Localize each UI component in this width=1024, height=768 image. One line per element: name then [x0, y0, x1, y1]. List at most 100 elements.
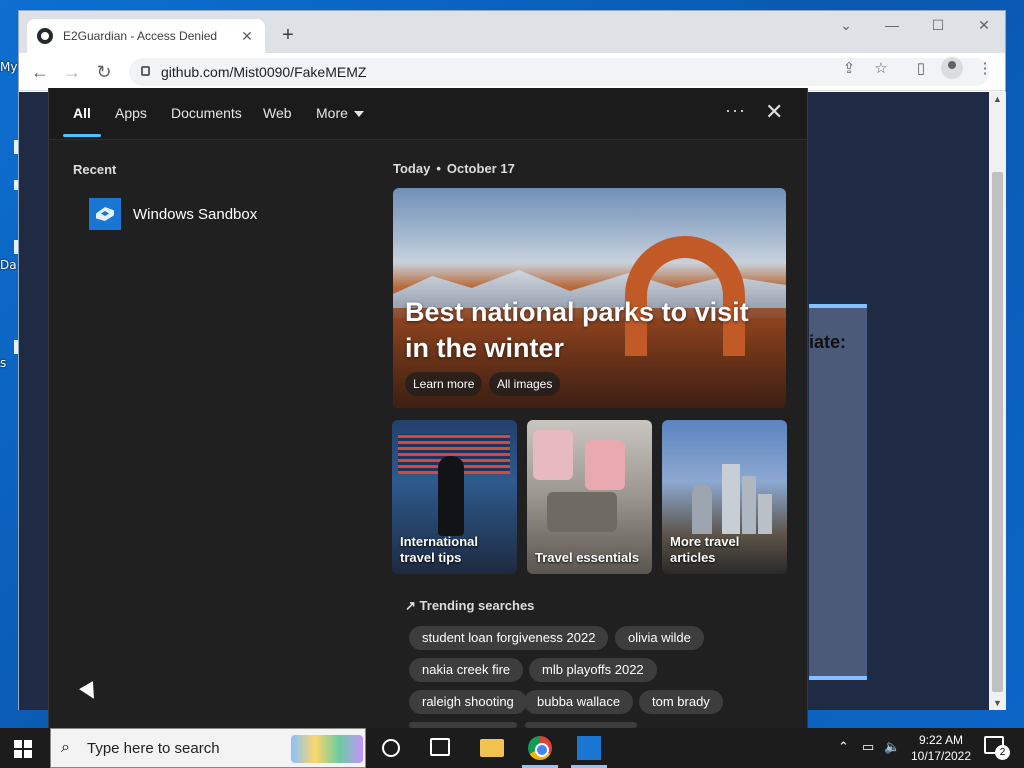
- menu-kebab-icon[interactable]: ⋮: [975, 59, 995, 77]
- browser-tab[interactable]: E2Guardian - Access Denied ✕: [27, 19, 265, 53]
- tab-all[interactable]: All: [73, 105, 91, 121]
- card-caption-line: Travel essentials: [535, 550, 640, 565]
- trending-up-icon: ↗: [405, 598, 416, 613]
- notification-center-icon[interactable]: 2: [984, 736, 1010, 760]
- card-caption: Travel essentials: [535, 550, 639, 566]
- date-label: October 17: [446, 161, 515, 176]
- card-caption-line: More travel: [670, 534, 740, 549]
- github-icon: [37, 28, 53, 44]
- recent-item-label: Windows Sandbox: [133, 205, 258, 223]
- address-bar[interactable]: github.com/Mist0090/FakeMEMZ: [129, 58, 989, 86]
- file-explorer-icon[interactable]: [480, 739, 504, 757]
- search-category-tabs: All Apps Documents Web More ··· ✕: [49, 88, 807, 140]
- reload-icon[interactable]: ↻: [93, 61, 115, 83]
- tab-title: E2Guardian - Access Denied: [63, 29, 218, 43]
- card-image-building: [742, 476, 756, 534]
- separator-dot: •: [436, 161, 441, 176]
- trending-chip[interactable]: olivia wilde: [615, 626, 704, 650]
- system-clock[interactable]: 9:22 AM 10/17/2022: [906, 732, 976, 764]
- card-caption-line: travel tips: [400, 550, 462, 565]
- new-tab-button[interactable]: +: [277, 25, 299, 45]
- windows-logo-icon: [24, 740, 32, 748]
- volume-icon[interactable]: 🔈: [884, 739, 900, 755]
- show-hidden-icons-chevron-icon[interactable]: ⌃: [838, 739, 849, 755]
- windows-logo-icon: [24, 750, 32, 758]
- task-view-icon[interactable]: [430, 738, 450, 756]
- close-icon[interactable]: ✕: [765, 100, 783, 124]
- trending-chip[interactable]: tom brady: [639, 690, 723, 714]
- search-placeholder[interactable]: Type here to search: [87, 740, 220, 757]
- windows-sandbox-taskbar-icon[interactable]: [577, 736, 601, 760]
- card-international-travel-tips[interactable]: International travel tips: [392, 420, 517, 574]
- share-icon[interactable]: ⇪: [839, 59, 859, 77]
- scroll-up-icon[interactable]: ▲: [993, 94, 1002, 104]
- trending-chip[interactable]: nakia creek fire: [409, 658, 524, 682]
- windows-sandbox-icon: [89, 198, 121, 230]
- start-button[interactable]: [14, 740, 32, 758]
- trending-title: Trending searches: [419, 598, 535, 613]
- notification-count-badge: 2: [995, 745, 1010, 760]
- today-date-heading: Today • October 17: [393, 161, 515, 176]
- chrome-icon[interactable]: [528, 736, 552, 760]
- card-travel-essentials[interactable]: Travel essentials: [527, 420, 652, 574]
- search-icon: ⌕: [61, 739, 70, 756]
- profile-avatar[interactable]: [941, 57, 963, 79]
- all-images-button[interactable]: All images: [489, 372, 561, 396]
- taskbar-search-box[interactable]: ⌕ Type here to search: [50, 728, 366, 768]
- trending-chip[interactable]: bubba wallace: [524, 690, 634, 714]
- taskbar: ⌕ Type here to search ⌃ ▭ 🔈 9:22 AM 10/1…: [0, 728, 1024, 768]
- search-highlight-illustration[interactable]: [291, 735, 363, 763]
- forward-icon[interactable]: →: [61, 61, 83, 83]
- browser-toolbar: ← → ↻ github.com/Mist0090/FakeMEMZ ⇪ ☆ ▯…: [19, 53, 1005, 91]
- maximize-button[interactable]: ☐: [923, 17, 953, 34]
- tab-more[interactable]: More: [316, 105, 364, 121]
- desktop-icon-label[interactable]: Da: [0, 258, 17, 272]
- more-options-icon[interactable]: ···: [725, 100, 746, 121]
- close-window-button[interactable]: ✕: [969, 17, 999, 34]
- cortana-icon[interactable]: [382, 739, 400, 757]
- background-page-text: iate:: [809, 332, 847, 352]
- card-caption: More travel articles: [670, 534, 739, 566]
- trending-heading: ↗ Trending searches: [405, 598, 534, 614]
- address-url[interactable]: github.com/Mist0090/FakeMEMZ: [161, 64, 366, 80]
- learn-more-button[interactable]: Learn more: [405, 372, 483, 396]
- recent-item-windows-sandbox[interactable]: Windows Sandbox: [89, 198, 257, 230]
- scrollbar-thumb[interactable]: [992, 172, 1003, 692]
- bookmark-star-icon[interactable]: ☆: [871, 59, 891, 77]
- hero-title[interactable]: Best national parks to visit in the wint…: [405, 294, 775, 366]
- card-image-building: [758, 494, 772, 534]
- active-tab-indicator: [63, 134, 101, 137]
- minimize-button[interactable]: —: [877, 17, 907, 33]
- desktop-icon-label[interactable]: s: [0, 356, 6, 370]
- tab-search-icon[interactable]: ⌄: [831, 17, 861, 34]
- lock-icon[interactable]: [141, 66, 150, 76]
- card-caption-line: International: [400, 534, 479, 549]
- hero-card[interactable]: Best national parks to visit in the wint…: [393, 188, 786, 408]
- clock-date: 10/17/2022: [910, 749, 972, 763]
- desktop-icon-label[interactable]: My: [0, 60, 17, 74]
- card-caption-line: articles: [670, 550, 716, 565]
- page-scrollbar[interactable]: ▲ ▼: [989, 92, 1006, 710]
- trending-chip[interactable]: raleigh shooting: [409, 690, 527, 714]
- card-more-travel-articles[interactable]: More travel articles: [662, 420, 787, 574]
- card-image-bag: [533, 430, 573, 480]
- network-icon[interactable]: ▭: [862, 739, 874, 755]
- trending-chip[interactable]: mlb playoffs 2022: [529, 658, 657, 682]
- clock-time: 9:22 AM: [918, 733, 964, 747]
- windows-logo-icon: [14, 740, 22, 748]
- tab-more-label: More: [316, 105, 348, 121]
- side-panel-icon[interactable]: ▯: [911, 59, 931, 77]
- card-caption: International travel tips: [400, 534, 478, 566]
- recent-heading: Recent: [73, 162, 117, 177]
- trending-chip[interactable]: student loan forgiveness 2022: [409, 626, 609, 650]
- tab-strip: E2Guardian - Access Denied ✕ + ⌄ — ☐ ✕: [19, 11, 1005, 53]
- tab-web[interactable]: Web: [263, 105, 292, 121]
- scroll-down-icon[interactable]: ▼: [993, 698, 1002, 708]
- back-icon[interactable]: ←: [29, 61, 51, 83]
- tab-close-icon[interactable]: ✕: [239, 28, 255, 45]
- tab-apps[interactable]: Apps: [115, 105, 147, 121]
- card-image-building: [722, 464, 740, 534]
- card-image-traveler: [438, 456, 464, 536]
- tab-documents[interactable]: Documents: [171, 105, 242, 121]
- chevron-down-icon: [353, 111, 364, 118]
